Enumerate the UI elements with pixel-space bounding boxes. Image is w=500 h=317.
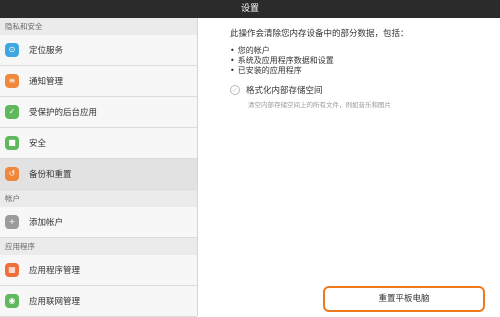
format-storage-label: 格式化内部存储空间 bbox=[246, 86, 323, 96]
window-titlebar: 设置 bbox=[0, 0, 500, 18]
sidebar-item-protected-apps[interactable]: ✓ 受保护的后台应用 bbox=[0, 97, 197, 128]
sidebar-item-label: 应用程序管理 bbox=[29, 266, 81, 276]
sidebar-item-label: 安全 bbox=[29, 139, 47, 149]
format-storage-checkbox[interactable]: ✓ bbox=[230, 85, 240, 95]
settings-sidebar: 隐私和安全 ⊙ 定位服务 ≡ 通知管理 ✓ 受保护的后台应用 ■ 安全 ↺ 备份… bbox=[0, 18, 198, 317]
window-title: 设置 bbox=[240, 4, 259, 14]
plus-icon: + bbox=[5, 215, 19, 229]
backup-reset-panel: 此操作会清除您内存设备中的部分数据，包括： 您的帐户 系统及应用程序数据和设置 … bbox=[198, 18, 500, 316]
section-header-accounts: 帐户 bbox=[0, 190, 197, 207]
sidebar-item-label: 受保护的后台应用 bbox=[29, 108, 98, 118]
lock-icon: ■ bbox=[5, 136, 19, 150]
reset-description: 此操作会清除您内存设备中的部分数据，包括： bbox=[230, 29, 409, 39]
protected-apps-icon: ✓ bbox=[5, 105, 19, 119]
sidebar-item-label: 备份和重置 bbox=[29, 170, 72, 180]
format-storage-sublabel: 清空内部存储空间上的所有文件，例如音乐和图片 bbox=[248, 101, 391, 109]
location-pin-icon: ⊙ bbox=[5, 43, 19, 57]
sidebar-item-label: 定位服务 bbox=[29, 46, 64, 56]
sidebar-item-label: 通知管理 bbox=[29, 77, 64, 87]
network-icon: ◉ bbox=[5, 294, 19, 308]
sidebar-item-notifications[interactable]: ≡ 通知管理 bbox=[0, 66, 197, 97]
reset-data-list: 您的帐户 系统及应用程序数据和设置 已安装的应用程序 bbox=[230, 46, 334, 76]
sidebar-item-security[interactable]: ■ 安全 bbox=[0, 128, 197, 159]
sidebar-item-label: 应用联网管理 bbox=[29, 297, 81, 307]
list-item: 您的帐户 bbox=[230, 46, 334, 56]
list-item: 系统及应用程序数据和设置 bbox=[230, 56, 334, 66]
reset-tablet-button[interactable]: 重置平板电脑 bbox=[323, 286, 485, 312]
sidebar-item-location[interactable]: ⊙ 定位服务 bbox=[0, 35, 197, 66]
sidebar-item-add-account[interactable]: + 添加帐户 bbox=[0, 207, 197, 238]
backup-restore-icon: ↺ bbox=[5, 167, 19, 181]
list-item: 已安装的应用程序 bbox=[230, 66, 334, 76]
sidebar-item-app-management[interactable]: ▦ 应用程序管理 bbox=[0, 255, 197, 286]
sidebar-item-label: 添加帐户 bbox=[29, 218, 64, 228]
sidebar-item-network-management[interactable]: ◉ 应用联网管理 bbox=[0, 286, 197, 317]
sidebar-item-backup-reset[interactable]: ↺ 备份和重置 bbox=[0, 159, 197, 190]
notification-icon: ≡ bbox=[5, 74, 19, 88]
section-header-apps: 应用程序 bbox=[0, 238, 197, 255]
format-storage-option[interactable]: ✓ 格式化内部存储空间 bbox=[230, 84, 323, 96]
section-header-privacy: 隐私和安全 bbox=[0, 18, 197, 35]
grid-apps-icon: ▦ bbox=[5, 263, 19, 277]
